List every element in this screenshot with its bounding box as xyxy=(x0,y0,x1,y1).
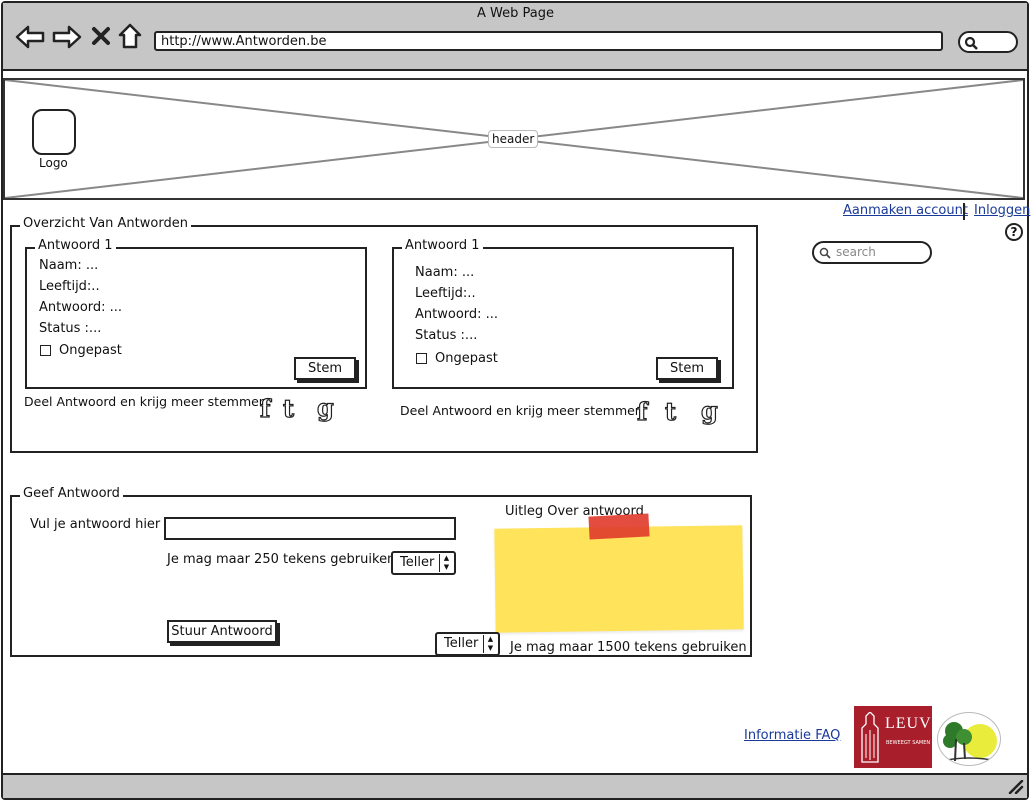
link-divider xyxy=(963,203,965,220)
answer-title: Antwoord 1 xyxy=(35,238,116,253)
inappropriate-label: Ongepast xyxy=(59,343,122,358)
overview-title: Overzicht Van Antworden xyxy=(20,216,191,231)
limit-1500-text: Je mag maar 1500 tekens gebruiken xyxy=(510,640,747,655)
share-text: Deel Antwoord en krijg meer stemmen xyxy=(24,394,267,409)
answer-input[interactable] xyxy=(164,517,456,540)
partner-logo[interactable] xyxy=(937,712,1001,766)
answer-age: Leeftijd:.. xyxy=(39,279,100,294)
counter-label: Teller xyxy=(400,555,435,570)
address-bar[interactable]: http://www.Antworden.be xyxy=(154,31,943,51)
inappropriate-checkbox[interactable] xyxy=(416,353,427,364)
leuven-logo[interactable]: LEUVEN BEWEEGT SAMEN xyxy=(854,706,954,768)
facebook-icon[interactable]: f xyxy=(259,393,271,423)
tree-sun-icon xyxy=(941,722,999,762)
google-icon[interactable]: g xyxy=(316,392,334,422)
twitter-icon[interactable]: t xyxy=(282,393,294,423)
login-link[interactable]: Inloggen xyxy=(974,203,1030,218)
vote-button[interactable]: Stem xyxy=(656,357,718,380)
back-icon[interactable] xyxy=(14,24,46,50)
search-icon xyxy=(964,36,978,50)
twitter-icon[interactable]: t xyxy=(664,396,676,426)
stepper-arrows-icon[interactable]: ▲ ▼ xyxy=(483,635,497,653)
answer-name: Naam: ... xyxy=(39,258,99,273)
faq-link[interactable]: Informatie FAQ xyxy=(744,728,840,743)
home-icon[interactable] xyxy=(117,22,143,50)
inappropriate-label: Ongepast xyxy=(435,351,498,366)
logo-placeholder[interactable] xyxy=(32,109,76,155)
help-icon[interactable]: ? xyxy=(1005,223,1023,241)
answer-text: Antwoord: ... xyxy=(415,307,499,322)
tape-icon xyxy=(588,513,650,540)
submit-answer-button[interactable]: Stuur Antwoord xyxy=(167,620,277,643)
answer-text: Antwoord: ... xyxy=(39,300,123,315)
status-bar xyxy=(3,773,1027,798)
share-text: Deel Antwoord en krijg meer stemmen xyxy=(400,403,643,418)
resize-grip-icon[interactable] xyxy=(1008,780,1024,794)
counter-stepper[interactable]: Teller ▲ ▼ xyxy=(391,551,456,575)
answer-name: Naam: ... xyxy=(415,265,475,280)
counter-stepper[interactable]: Teller ▲ ▼ xyxy=(435,632,500,656)
leuven-logo-subtext: BEWEEGT SAMEN xyxy=(886,740,931,746)
inappropriate-checkbox[interactable] xyxy=(40,345,51,356)
close-icon[interactable] xyxy=(91,26,111,46)
search-input[interactable]: search xyxy=(812,241,932,264)
window-title: A Web Page xyxy=(477,6,554,21)
tower-icon xyxy=(861,712,879,763)
counter-label: Teller xyxy=(444,636,479,651)
header-label: header xyxy=(488,130,539,148)
search-icon xyxy=(819,247,831,259)
answer-age: Leeftijd:.. xyxy=(415,286,476,301)
forward-icon[interactable] xyxy=(51,24,83,50)
facebook-icon[interactable]: f xyxy=(636,396,648,426)
answer-input-label: Vul je antwoord hier xyxy=(30,517,161,532)
create-account-link[interactable]: Aanmaken account xyxy=(843,203,968,218)
vote-button[interactable]: Stem xyxy=(294,357,356,380)
answer-status: Status :... xyxy=(415,328,478,343)
stepper-arrows-icon[interactable]: ▲ ▼ xyxy=(439,554,453,572)
limit-250-text: Je mag maar 250 tekens gebruiken xyxy=(167,552,396,567)
google-icon[interactable]: g xyxy=(700,395,718,425)
give-answer-title: Geef Antwoord xyxy=(20,486,123,501)
answer-status: Status :... xyxy=(39,321,102,336)
answer-title: Antwoord 1 xyxy=(402,238,483,253)
browser-search-field[interactable] xyxy=(958,31,1018,53)
logo-label: Logo xyxy=(39,156,68,170)
sticky-note xyxy=(494,525,744,633)
